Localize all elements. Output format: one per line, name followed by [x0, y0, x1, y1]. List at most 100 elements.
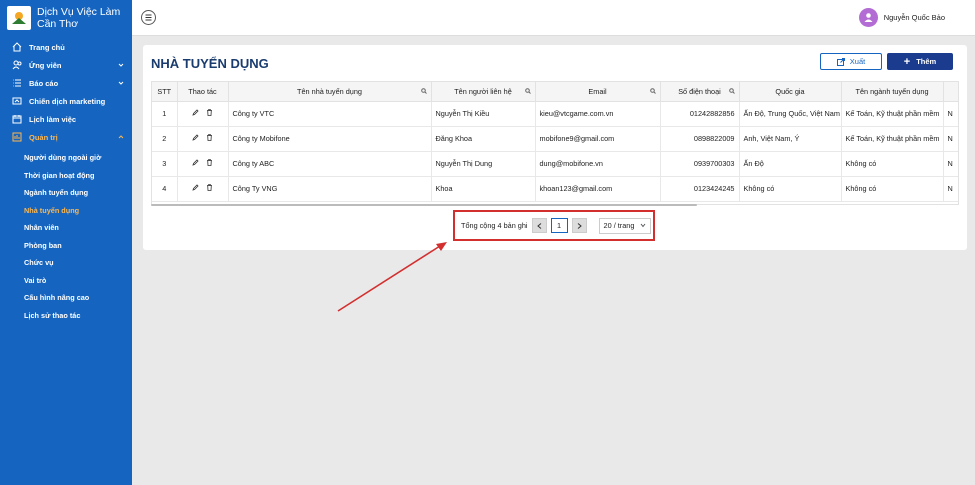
- chevron-right-icon: [577, 222, 582, 229]
- cell-employer-name: Công ty VTC: [228, 101, 432, 127]
- cell-actions: [177, 151, 229, 177]
- home-icon: [11, 41, 23, 53]
- calendar-icon: [11, 113, 23, 125]
- topbar: Nguyễn Quốc Bảo: [132, 0, 975, 36]
- search-icon[interactable]: [649, 87, 656, 96]
- delete-icon[interactable]: [206, 109, 213, 118]
- cell-phone: 0939700303: [660, 151, 740, 177]
- cell-extra: N: [943, 151, 958, 177]
- cell-phone: 0123424245: [660, 176, 740, 202]
- subnav-item-activity-log[interactable]: Lịch sử thao tác: [0, 307, 132, 325]
- subnav-item-departments[interactable]: Phòng ban: [0, 237, 132, 255]
- next-page-button[interactable]: [571, 218, 587, 233]
- cell-stt: 4: [152, 176, 178, 202]
- subnav-item-staff[interactable]: Nhân viên: [0, 219, 132, 237]
- cell-employer-name: Công ty ABC: [228, 151, 432, 177]
- subnav-item-roles[interactable]: Vai trò: [0, 272, 132, 290]
- campaign-icon: [11, 95, 23, 107]
- user-name: Nguyễn Quốc Bảo: [883, 13, 945, 22]
- page-size-select[interactable]: 20 / trang: [598, 217, 651, 234]
- edit-icon[interactable]: [192, 109, 199, 118]
- search-icon[interactable]: [524, 87, 531, 96]
- cell-contact-name: Nguyễn Thị Dung: [431, 151, 536, 177]
- cell-actions: [177, 101, 229, 127]
- header-country: Quốc gia: [739, 82, 842, 102]
- total-records: Tổng cộng 4 bản ghi: [461, 221, 528, 230]
- header-stt: STT: [152, 82, 178, 102]
- subnav-item-active-time[interactable]: Thời gian hoạt động: [0, 167, 132, 185]
- header-contact-name: Tên người liên hệ: [431, 82, 536, 102]
- cell-stt: 3: [152, 151, 178, 177]
- logo: [7, 6, 31, 30]
- admin-icon: [11, 131, 23, 143]
- cell-industry: Không có: [841, 176, 944, 202]
- table-row[interactable]: 1 Công ty VTC Nguyễn Thị Kiều kieu@vtcgame.…: [152, 101, 958, 127]
- search-icon[interactable]: [420, 87, 427, 96]
- employer-table: STT Thao tác Tên nhà tuyển dụng Tên ngườ…: [151, 81, 959, 205]
- header-industry: Tên ngành tuyển dụng: [841, 82, 944, 102]
- export-button[interactable]: Xuất: [820, 53, 882, 70]
- cell-country: Không có: [739, 176, 842, 202]
- cell-email: dung@mobifone.vn: [535, 151, 661, 177]
- table-row[interactable]: 4 Công Ty VNG Khoa khoan123@gmail.com 012342…: [152, 176, 958, 202]
- cell-employer-name: Công Ty VNG: [228, 176, 432, 202]
- delete-icon[interactable]: [206, 159, 213, 168]
- page-number[interactable]: 1: [550, 218, 568, 233]
- horizontal-scrollbar[interactable]: [151, 204, 697, 206]
- avatar[interactable]: [858, 8, 878, 27]
- cell-country: Ấn Độ: [739, 151, 842, 177]
- nav-label: Chiến dịch marketing: [29, 96, 106, 106]
- subnav-item-employers[interactable]: Nhà tuyển dụng: [0, 202, 132, 220]
- subnav-item-advanced-config[interactable]: Cấu hình nâng cao: [0, 289, 132, 307]
- export-label: Xuất: [849, 57, 866, 66]
- header-phone: Số điện thoại: [660, 82, 740, 102]
- subnav-item-industries[interactable]: Ngành tuyển dụng: [0, 184, 132, 202]
- list-icon: [11, 77, 23, 89]
- delete-icon[interactable]: [206, 184, 213, 193]
- chevron-down-icon: [118, 61, 124, 70]
- prev-page-button[interactable]: [531, 218, 547, 233]
- nav-item-admin[interactable]: Quản trị: [0, 128, 132, 146]
- chevron-up-icon: [118, 133, 124, 142]
- cell-actions: [177, 126, 229, 152]
- cell-email: kieu@vtcgame.com.vn: [535, 101, 661, 127]
- menu-toggle-button[interactable]: [141, 10, 156, 25]
- export-icon: [836, 57, 845, 66]
- subnav-item-positions[interactable]: Chức vụ: [0, 254, 132, 272]
- cell-contact-name: Đăng Khoa: [431, 126, 536, 152]
- subnav-item-after-hours-users[interactable]: Người dùng ngoài giờ: [0, 149, 132, 167]
- edit-icon[interactable]: [192, 134, 199, 143]
- brand-line2: Cần Thơ: [37, 18, 79, 30]
- search-icon[interactable]: [728, 87, 735, 96]
- page-size-value: 20 / trang: [603, 221, 635, 230]
- cell-country: Anh, Việt Nam, Ý: [739, 126, 842, 152]
- delete-icon[interactable]: [206, 134, 213, 143]
- cell-industry: Kế Toán, Kỹ thuật phần mềm: [841, 126, 944, 152]
- user-menu[interactable]: Nguyễn Quốc Bảo: [858, 8, 945, 27]
- pagination: Tổng cộng 4 bản ghi 1 20 / trang: [453, 210, 655, 241]
- chevron-down-icon: [118, 79, 124, 88]
- cell-extra: N: [943, 101, 958, 127]
- header-email: Email: [535, 82, 661, 102]
- table-row[interactable]: 3 Công ty ABC Nguyễn Thị Dung dung@mobifone…: [152, 151, 958, 177]
- header-actions: Thao tác: [177, 82, 229, 102]
- header-employer-name: Tên nhà tuyển dụng: [228, 82, 432, 102]
- cell-extra: N: [943, 176, 958, 202]
- table-header: STT Thao tác Tên nhà tuyển dụng Tên ngườ…: [152, 82, 958, 102]
- table-row[interactable]: 2 Công ty Mobifone Đăng Khoa mobifone9@gmai…: [152, 126, 958, 152]
- cell-contact-name: Khoa: [431, 176, 536, 202]
- edit-icon[interactable]: [192, 159, 199, 168]
- user-icon: [864, 13, 873, 22]
- nav-label: Quản trị: [29, 132, 58, 142]
- cell-contact-name: Nguyễn Thị Kiều: [431, 101, 536, 127]
- add-button[interactable]: + Thêm: [887, 53, 953, 70]
- edit-icon[interactable]: [192, 184, 199, 193]
- nav-label: Lịch làm việc: [29, 114, 77, 124]
- brand[interactable]: Dịch Vụ Việc Làm Cần Thơ: [0, 0, 132, 36]
- nav-item-candidates[interactable]: Ứng viên: [0, 56, 132, 74]
- nav-item-home[interactable]: Trang chủ: [0, 38, 132, 56]
- cell-extra: N: [943, 126, 958, 152]
- nav-item-schedule[interactable]: Lịch làm việc: [0, 110, 132, 128]
- nav-item-reports[interactable]: Báo cáo: [0, 74, 132, 92]
- nav-item-marketing[interactable]: Chiến dịch marketing: [0, 92, 132, 110]
